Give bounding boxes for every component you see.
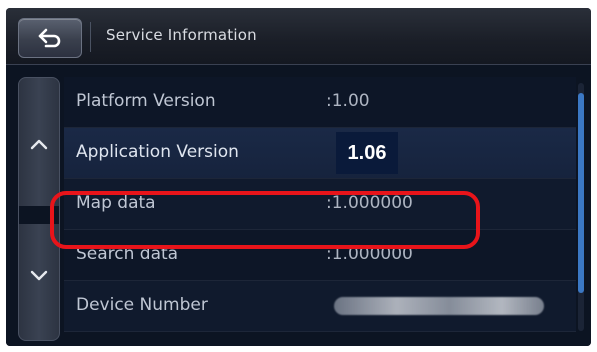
header-bar: Service Information — [6, 8, 591, 65]
row-label: Application Version — [76, 142, 239, 162]
redacted-device-number — [334, 297, 544, 315]
row-label: Device Number — [76, 295, 208, 315]
list-item-device-number: Device Number — [64, 281, 576, 332]
scroll-up-button[interactable] — [19, 124, 59, 164]
header-divider — [90, 22, 91, 52]
scrollbar-thumb[interactable] — [578, 93, 584, 293]
chevron-up-icon — [30, 139, 48, 150]
scrollbar[interactable] — [578, 83, 584, 331]
page-title: Service Information — [106, 26, 257, 44]
info-panel: Platform Version :1.00 Application Versi… — [6, 65, 591, 346]
annotation-highlight-ring — [50, 191, 480, 249]
service-information-screen: Service Information Platform Version :1.… — [6, 8, 591, 346]
list-item-platform-version: Platform Version :1.00 — [64, 77, 576, 128]
row-label: Platform Version — [76, 91, 216, 111]
list-item-application-version: Application Version 1.06 — [64, 128, 576, 179]
back-arrow-icon — [38, 28, 61, 48]
chevron-down-icon — [30, 270, 48, 281]
scroll-down-button[interactable] — [19, 256, 59, 296]
back-button[interactable] — [18, 18, 82, 58]
row-value: :1.00 — [326, 91, 370, 111]
application-version-value: 1.06 — [336, 132, 398, 174]
